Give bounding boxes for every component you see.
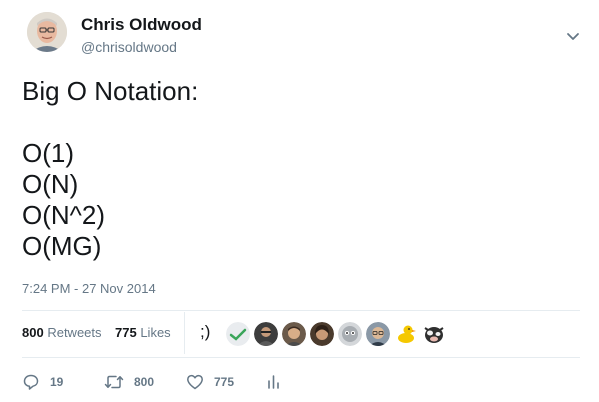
- tweet-line: O(N): [22, 169, 79, 199]
- retweets-count: 800: [22, 325, 44, 340]
- analytics-bars-icon: [268, 375, 279, 389]
- retweet-icon: [104, 375, 124, 389]
- liker-avatar[interactable]: [338, 322, 362, 346]
- likes-count: 775: [115, 325, 137, 340]
- retweets-label: Retweets: [47, 325, 102, 340]
- avatar-cow-icon: [422, 322, 446, 346]
- tweet-menu-button[interactable]: [563, 28, 583, 44]
- heart-icon: [187, 374, 203, 390]
- divider-bottom: [22, 357, 580, 358]
- liker-avatar[interactable]: [310, 322, 334, 346]
- author-name[interactable]: Chris Oldwood: [81, 15, 202, 35]
- tweet-line: O(N^2): [22, 200, 105, 230]
- liker-avatar[interactable]: [282, 322, 306, 346]
- avatar-person-dark-icon: [254, 322, 278, 346]
- author-handle[interactable]: @chrisoldwood: [81, 38, 177, 56]
- liker-avatar[interactable]: [394, 322, 418, 346]
- likes-stat[interactable]: 775 Likes: [115, 325, 171, 341]
- likes-label: Likes: [140, 325, 171, 340]
- avatar-person-glasses-icon: [366, 322, 390, 346]
- retweet-button[interactable]: 800: [104, 372, 154, 392]
- liker-avatar[interactable]: [254, 322, 278, 346]
- liker-wink-text: ;): [200, 322, 211, 341]
- chevron-down-icon: [567, 33, 579, 40]
- avatar-robot-icon: [338, 322, 362, 346]
- tweet-line: Big O Notation:: [22, 76, 199, 106]
- retweets-stat[interactable]: 800 Retweets: [22, 325, 102, 341]
- liker-avatar[interactable]: [422, 322, 446, 346]
- avatar-person-face-icon: [282, 322, 306, 346]
- tweet-line: O(1): [22, 138, 74, 168]
- tweet-text: Big O Notation: O(1) O(N) O(N^2) O(MG): [22, 76, 572, 262]
- tweet-timestamp[interactable]: 7:24 PM - 27 Nov 2014: [22, 281, 156, 297]
- like-button[interactable]: 775: [186, 372, 234, 392]
- author-avatar[interactable]: [27, 12, 67, 52]
- reply-icon: [23, 374, 39, 390]
- tweet-line: O(MG): [22, 231, 102, 261]
- tweet-card: Chris Oldwood @chrisoldwood Big O Notati…: [0, 0, 599, 402]
- avatar-check-mark-icon: [226, 322, 250, 346]
- avatar-rubber-duck-icon: [394, 322, 418, 346]
- divider-top: [22, 310, 580, 311]
- liker-avatar[interactable]: [366, 322, 390, 346]
- reply-button[interactable]: 19: [22, 372, 63, 392]
- retweet-count: 800: [134, 375, 155, 389]
- like-count: 775: [214, 375, 235, 389]
- analytics-button[interactable]: [266, 372, 282, 392]
- profile-photo-icon: [27, 12, 67, 52]
- liker-avatar[interactable]: [226, 322, 250, 346]
- avatar-person-hair-icon: [310, 322, 334, 346]
- reply-count: 19: [50, 375, 64, 389]
- stats-separator: [184, 312, 185, 354]
